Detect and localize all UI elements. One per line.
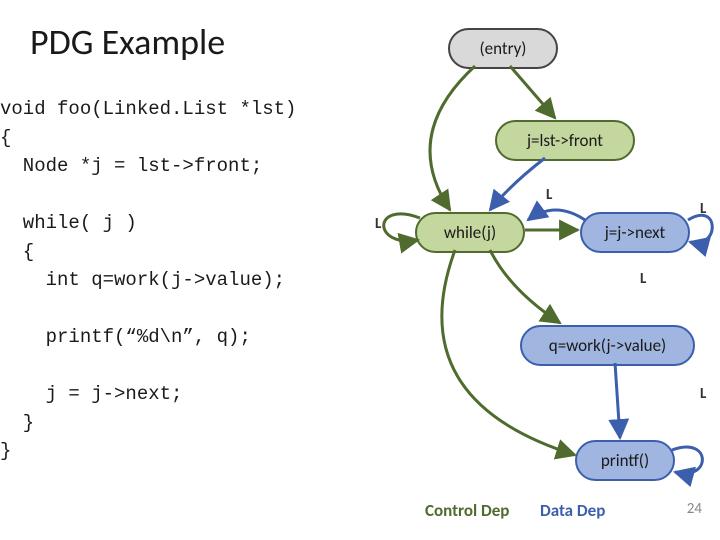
node-jfront: j=lst->front bbox=[495, 120, 635, 161]
legend-data-dep: Data Dep bbox=[540, 500, 605, 521]
edge-label-L5: L bbox=[700, 385, 706, 403]
edge-label-L1: L bbox=[546, 186, 552, 204]
edge-label-L3: L bbox=[700, 200, 706, 218]
edge-label-L2: L bbox=[375, 215, 381, 233]
code-listing: void foo(Linked.List *lst) { Node *j = l… bbox=[0, 95, 296, 466]
node-whilej: while(j) bbox=[415, 212, 525, 253]
edge-label-L4: L bbox=[640, 270, 646, 288]
node-jnext: j=j->next bbox=[580, 212, 690, 253]
node-printf: printf() bbox=[575, 440, 675, 481]
node-entry: (entry) bbox=[448, 28, 558, 69]
page-number: 24 bbox=[687, 500, 702, 518]
node-qwork: q=work(j->value) bbox=[520, 325, 695, 366]
page-title: PDG Example bbox=[30, 20, 225, 64]
legend-control-dep: Control Dep bbox=[425, 500, 509, 521]
